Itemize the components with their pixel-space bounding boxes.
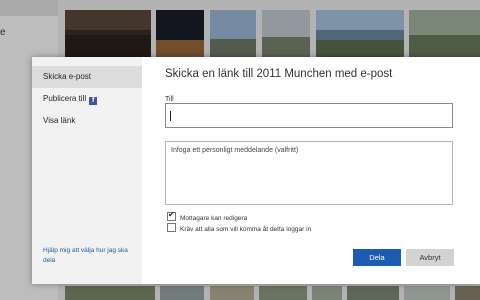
dialog-title: Skicka en länk till 2011 Munchen med e-p… [165, 68, 393, 80]
to-input[interactable] [165, 103, 453, 128]
message-textarea[interactable]: Infoga ett personligt meddelande (valfri… [165, 141, 453, 205]
sidebar-item-show-link[interactable]: Visa länk [32, 110, 142, 132]
facebook-icon: f [89, 97, 98, 105]
checkbox-label: Mottagare kan redigera [180, 215, 248, 222]
checkbox-require-sign-in[interactable]: Kräv att alla som vill komma åt detta lo… [167, 223, 311, 233]
checkbox-checked[interactable]: ✔ [167, 210, 176, 221]
checkbox-label: Kräv att alla som vill komma åt detta lo… [180, 226, 312, 233]
sidebar-item-publish[interactable]: Publicera till f [32, 88, 142, 110]
sidebar-item-label: Visa länk [43, 116, 76, 125]
sidebar-item-label: Skicka e-post [43, 72, 92, 81]
checkbox-unchecked[interactable] [167, 223, 176, 232]
help-link[interactable]: Hjälp mig att välja hur jag ska dela [43, 246, 139, 266]
share-options-sidebar: Skicka e-post Publicera till f Visa länk … [32, 57, 142, 284]
message-placeholder: Infoga ett personligt meddelande (valfri… [171, 147, 299, 154]
text-caret [170, 111, 171, 121]
share-button[interactable]: Dela [353, 249, 401, 266]
sidebar-item-send-email[interactable]: Skicka e-post [32, 66, 142, 88]
screen: e Skicka e-post Publicera till f Visa lä… [0, 0, 480, 300]
checkmark-icon: ✔ [168, 210, 175, 219]
cancel-button[interactable]: Avbryt [406, 249, 454, 266]
share-dialog: Skicka e-post Publicera till f Visa länk … [32, 57, 480, 284]
sidebar-item-label: Publicera till [43, 94, 87, 103]
checkbox-recipients-can-edit[interactable]: ✔ Mottagare kan redigera [167, 210, 248, 222]
to-label: Till [165, 96, 174, 103]
